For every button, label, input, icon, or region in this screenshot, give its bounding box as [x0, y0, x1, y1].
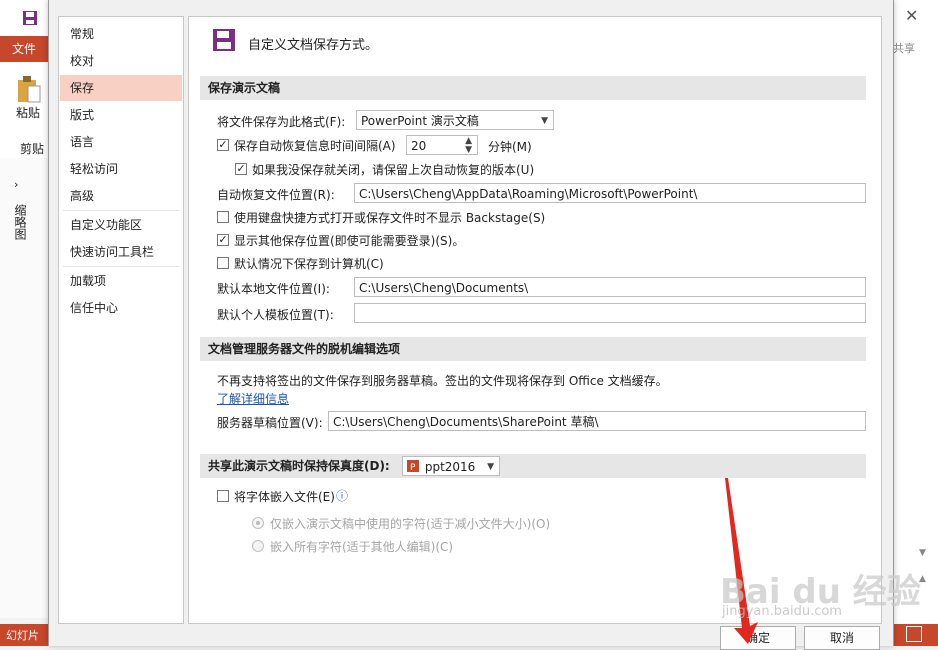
thumbnails-label: 缩略图 [13, 204, 27, 240]
options-nav: 常规 校对 保存 版式 语言 轻松访问 高级 自定义功能区 快速访问工具栏 加载… [58, 16, 184, 624]
template-path-label: 默认个人模板位置(T): [217, 308, 334, 322]
drafts-path-input[interactable]: C:\Users\Cheng\Documents\SharePoint 草稿\ [328, 411, 866, 431]
autorecover-minutes-stepper[interactable]: 20 ▲ ▼ [406, 135, 478, 155]
fidelity-label: 共享此演示文稿时保持保真度(D): [208, 459, 390, 473]
keep-last-version-label: 如果我没保存就关闭，请保留上次自动恢复的版本(U) [252, 163, 535, 177]
nav-item-customize-ribbon[interactable]: 自定义功能区 [60, 212, 182, 238]
format-dropdown[interactable]: PowerPoint 演示文稿 ▼ [356, 110, 554, 130]
autorecover-minutes-value: 20 [411, 139, 427, 153]
nav-item-proofing[interactable]: 校对 [60, 48, 182, 74]
template-path-input[interactable] [354, 303, 866, 323]
scroll-down-icon[interactable]: ▼ [919, 548, 933, 562]
section-header-offline: 文档管理服务器文件的脱机编辑选项 [200, 337, 866, 361]
scroll-up-icon[interactable]: ▲ [919, 574, 933, 588]
pptx-file-icon: P [407, 460, 419, 473]
fit-to-window-icon[interactable] [906, 626, 922, 642]
format-dropdown-value: PowerPoint 演示文稿 [361, 114, 479, 128]
local-path-label: 默认本地文件位置(I): [217, 282, 330, 296]
keep-last-version-checkbox[interactable]: ✓ [235, 163, 247, 175]
save-to-computer-label: 默认情况下保存到计算机(C) [234, 257, 384, 271]
nav-divider [63, 210, 179, 211]
stepper-arrows-icon[interactable]: ▲ ▼ [465, 137, 472, 155]
right-ribbon-strip [892, 36, 938, 624]
embed-used-chars-label: 仅嵌入演示文稿中使用的字符(适于减小文件大小)(O) [270, 517, 551, 531]
embed-all-chars-label: 嵌入所有字符(适于其他人编辑)(C) [270, 540, 454, 554]
file-tab[interactable]: 文件 [0, 36, 48, 62]
close-icon[interactable]: ✕ [905, 6, 925, 26]
nav-item-accessibility[interactable]: 轻松访问 [60, 156, 182, 182]
embed-fonts-checkbox[interactable] [217, 490, 229, 502]
minutes-label: 分钟(M) [488, 140, 532, 154]
nav-divider [63, 266, 179, 267]
section-header-save: 保存演示文稿 [200, 76, 866, 100]
save-to-computer-checkbox[interactable] [217, 257, 229, 269]
nav-item-advanced[interactable]: 高级 [60, 183, 182, 209]
page-title: 自定义文档保存方式。 [248, 38, 379, 53]
nav-item-quick-access-toolbar[interactable]: 快速访问工具栏 [60, 239, 182, 265]
expand-chevron-icon[interactable]: › [14, 178, 18, 191]
drafts-path-label: 服务器草稿位置(V): [217, 416, 323, 430]
paste-label[interactable]: 粘贴 [16, 104, 40, 121]
presentation-select-value: ppt2016 [424, 460, 476, 474]
nav-item-save[interactable]: 保存 [60, 75, 182, 101]
nav-item-trust-center[interactable]: 信任中心 [60, 295, 182, 321]
nav-item-general[interactable]: 常规 [60, 21, 182, 47]
embed-used-chars-radio[interactable] [252, 517, 264, 529]
embed-all-chars-radio[interactable] [252, 540, 264, 552]
embed-fonts-label: 将字体嵌入文件(E) [234, 490, 335, 504]
format-label: 将文件保存为此格式(F): [217, 115, 346, 129]
autorecover-path-label: 自动恢复文件位置(R): [217, 188, 335, 202]
chevron-down-icon: ▼ [541, 116, 548, 126]
quick-save-icon[interactable] [22, 10, 38, 26]
clipboard-group-label: 剪贴 [20, 142, 45, 156]
slides-status-label: 幻灯片 [6, 629, 39, 642]
local-path-input[interactable]: C:\Users\Cheng\Documents\ [354, 277, 866, 297]
nav-item-language[interactable]: 语言 [60, 129, 182, 155]
chevron-down-icon: ▼ [487, 462, 494, 472]
offline-note: 不再支持将签出的文件保存到服务器草稿。签出的文件现将保存到 Office 文档缓… [217, 374, 668, 388]
annotation-arrow [725, 478, 758, 644]
autorecover-path-input[interactable]: C:\Users\Cheng\AppData\Roaming\Microsoft… [354, 183, 866, 203]
nav-item-addins[interactable]: 加载项 [60, 268, 182, 294]
no-backstage-checkbox[interactable] [217, 211, 229, 223]
save-floppy-icon [213, 29, 235, 51]
autorecover-checkbox[interactable]: ✓ [217, 139, 229, 151]
autorecover-label: 保存自动恢复信息时间间隔(A) [234, 139, 396, 153]
nav-item-layout[interactable]: 版式 [60, 102, 182, 128]
presentation-select-dropdown[interactable]: P ppt2016 ▼ [402, 456, 500, 476]
share-button[interactable]: 共享 [893, 40, 915, 56]
watermark-url: jingyan.baidu.com [722, 604, 842, 619]
info-icon[interactable]: ⓘ [336, 487, 348, 504]
paste-icon[interactable] [16, 74, 42, 104]
learn-more-link[interactable]: 了解详细信息 [217, 390, 289, 407]
no-backstage-label: 使用键盘快捷方式打开或保存文件时不显示 Backstage(S) [234, 211, 546, 225]
cancel-button[interactable]: 取消 [804, 626, 880, 650]
svg-text:P: P [410, 463, 416, 473]
show-other-locations-checkbox[interactable]: ✓ [217, 234, 229, 246]
show-other-locations-label: 显示其他保存位置(即使可能需要登录)(S)。 [234, 234, 465, 248]
section-header-fidelity: 共享此演示文稿时保持保真度(D): [200, 454, 866, 478]
